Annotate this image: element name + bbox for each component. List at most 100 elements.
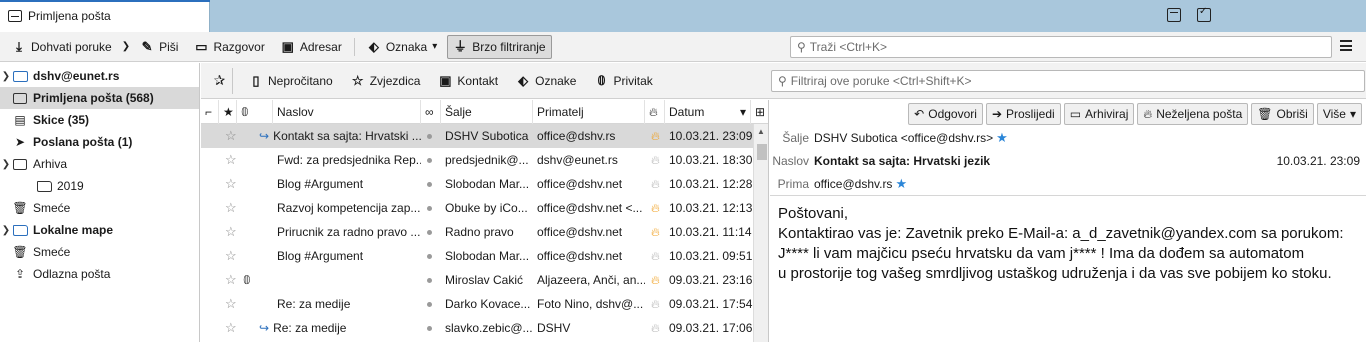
star-icon[interactable]: ☆ [221,172,239,196]
quick-filter-label: Brzo filtriranje [472,39,546,54]
star-icon[interactable]: ☆ [221,124,239,148]
chevron-down-icon[interactable]: ❯ [0,71,12,82]
filter-tags-button[interactable]: ⬖ Oznake [510,69,582,93]
column-recipient[interactable]: Primatelj [533,100,645,124]
write-button[interactable]: ✎ Piši [134,35,184,59]
body-line: Kontaktirao vas je: Zavetnik preko E-Mai… [778,225,1344,242]
star-icon[interactable]: ☆ [221,196,239,220]
read-status-dot[interactable] [423,148,441,172]
table-row[interactable]: ☆ ↪ Re: za medije slavko.zebic@... DSHV 🔥︎ 09.… [201,316,753,340]
flame-icon[interactable]: 🔥︎ [647,244,665,268]
flame-icon[interactable]: 🔥︎ [647,148,665,172]
chat-bubble-icon: ▭ [195,38,208,54]
contact-icon: ▣ [439,72,452,88]
calendar-icon[interactable] [1167,8,1181,22]
forward-button[interactable]: ➔ Proslijedi [985,103,1061,125]
read-status-dot[interactable] [423,196,441,220]
thread-column-icon[interactable]: ⌐ [201,100,219,124]
star-icon[interactable]: ☆ [221,292,239,316]
read-status-dot[interactable] [423,316,441,340]
get-messages-dropdown-icon[interactable]: ❯ [122,41,130,52]
flame-icon[interactable]: 🔥︎ [647,124,665,148]
folder-outbox[interactable]: ⇪ Odlazna pošta [0,263,199,285]
star-icon[interactable]: ★ [895,176,907,192]
global-search-input[interactable]: ⚲ Traži <Ctrl+K> [790,36,1332,58]
read-status-dot[interactable] [423,124,441,148]
local-folder-icon [12,223,28,237]
junk-button[interactable]: 🔥︎ Neželjena pošta [1137,103,1249,125]
flame-icon[interactable]: 🔥︎ [647,316,665,340]
column-sender[interactable]: Šalje [441,100,533,124]
star-icon[interactable]: ☆ [221,316,239,340]
folder-archive-2019[interactable]: 2019 [0,175,199,197]
attachment-column-icon[interactable]: 𝟘 [237,100,273,124]
menu-icon[interactable] [1340,40,1352,51]
archive-button[interactable]: ▭ Arhiviraj [1063,103,1135,125]
filter-tags-label: Oznake [535,73,577,88]
delete-button[interactable]: 🗑︎ Obriši [1251,103,1314,125]
read-status-dot[interactable] [423,172,441,196]
filter-starred-button[interactable]: ☆ Zvjezdica [345,69,427,93]
pin-icon[interactable]: ✰ [207,67,233,94]
star-column-icon[interactable]: ★ [219,100,237,124]
folder-drafts[interactable]: ▤ Skice (35) [0,109,199,131]
star-icon[interactable]: ☆ [221,268,239,292]
reply-button[interactable]: ↶ Odgovori [908,103,983,125]
filter-unread-button[interactable]: ▯ Nepročitano [243,69,339,93]
filter-attachment-button[interactable]: 𝟘 Privitak [588,69,658,93]
read-status-dot[interactable] [423,292,441,316]
star-icon[interactable]: ☆ [221,220,239,244]
scrollbar-thumb[interactable] [757,144,767,160]
table-row[interactable]: ☆ Fwd: za predsjednika Rep... predsjednik@… [201,148,753,172]
flame-icon[interactable]: 🔥︎ [647,292,665,316]
from-value[interactable]: DSHV Subotica <office@dshv.rs> [814,131,993,145]
flame-icon[interactable]: 🔥︎ [647,220,665,244]
folder-sent[interactable]: ➤ Poslana pošta (1) [0,131,199,153]
tab-inbox[interactable]: Primljena pošta [0,0,210,32]
folder-local-trash-label: Smeće [33,245,71,259]
tag-button[interactable]: ⬖ Oznaka ▾ [361,35,443,59]
flame-icon[interactable]: 🔥︎ [647,268,665,292]
folder-account[interactable]: ❯ dshv@eunet.rs [0,65,199,87]
column-date[interactable]: Datum ▾ [665,100,751,124]
read-status-dot[interactable] [423,220,441,244]
flame-icon[interactable]: 🔥︎ [647,196,665,220]
filter-messages-input[interactable]: ⚲ Filtriraj ove poruke <Ctrl+Shift+K> [771,70,1365,92]
address-book-button[interactable]: ▣ Adresar [275,35,348,59]
chevron-down-icon[interactable]: ❯ [0,159,12,170]
more-button[interactable]: Više ▾ [1316,103,1362,125]
filter-contact-button[interactable]: ▣ Kontakt [432,69,504,93]
table-row[interactable]: ☆ Razvoj kompetencija zap... Obuke by iCo.… [201,196,753,220]
table-row[interactable]: ☆ Prirucnik za radno pravo ... Radno pravo… [201,220,753,244]
table-row[interactable]: ☆ Blog #Argument Slobodan Mar... office@dsh… [201,172,753,196]
folder-local-trash[interactable]: 🗑︎ Smeće [0,241,199,263]
folder-archive[interactable]: ❯ Arhiva [0,153,199,175]
quick-filter-button[interactable]: ⏚ Brzo filtriranje [447,34,552,59]
tasks-icon[interactable] [1197,6,1211,22]
folder-local[interactable]: ❯ Lokalne mape [0,219,199,241]
get-messages-button[interactable]: ⤓ Dohvati poruke [6,35,118,59]
star-icon[interactable]: ☆ [221,244,239,268]
to-value[interactable]: office@dshv.rs [814,177,892,191]
quick-filter-bar: ✰ ▯ Nepročitano ☆ Zvjezdica ▣ Kontakt ⬖ … [201,63,1366,99]
read-status-column-icon[interactable]: ∞ [421,100,441,124]
table-row[interactable]: ☆ Re: za medije Darko Kovace... Foto Nino, … [201,292,753,316]
table-row[interactable]: ☆ ↪ Kontakt sa sajta: Hrvatski ... DSHV Sub… [201,124,753,148]
table-row[interactable]: ☆ 𝟘 Miroslav Cakić Aljazeera, Anči, an... 🔥︎… [201,268,753,292]
folder-inbox[interactable]: Primljena pošta (568) [0,87,199,109]
junk-column-icon[interactable]: 🔥︎ [645,100,665,124]
folder-trash[interactable]: 🗑︎ Smeće [0,197,199,219]
read-status-dot[interactable] [423,244,441,268]
scroll-up-icon[interactable]: ▲ [757,127,765,136]
read-status-dot[interactable] [423,268,441,292]
message-list-scrollbar[interactable]: ▲ [753,124,768,342]
table-row[interactable]: ☆ Blog #Argument Slobodan Mar... office@dsh… [201,244,753,268]
star-icon[interactable]: ★ [996,130,1008,146]
column-picker-icon[interactable]: ⊞ [751,100,768,124]
chevron-down-icon[interactable]: ❯ [0,225,12,236]
forward-icon: ➔ [991,107,1002,121]
column-subject[interactable]: Naslov [273,100,421,124]
flame-icon[interactable]: 🔥︎ [647,172,665,196]
star-icon[interactable]: ☆ [221,148,239,172]
chat-button[interactable]: ▭ Razgovor [188,35,270,59]
